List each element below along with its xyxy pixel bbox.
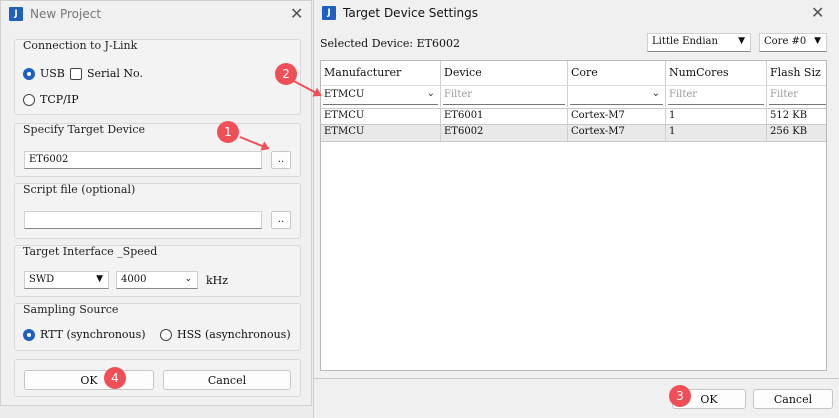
group-label: Sampling Source — [23, 303, 119, 316]
jlink-logo-icon: J — [322, 6, 336, 20]
script-file-input[interactable] — [24, 211, 262, 229]
group-label: Target Interface _Speed — [23, 245, 158, 258]
hss-radio[interactable]: HSS (asynchronous) — [160, 328, 291, 341]
chevron-down-icon: ⌄ — [651, 88, 660, 99]
speed-unit: kHz — [206, 274, 229, 287]
filter-core[interactable]: ⌄ — [568, 85, 666, 107]
radio-selected-icon — [23, 328, 35, 341]
connection-group: Connection to J-Link USB Serial No. TCP/… — [14, 39, 301, 115]
table-row-selected[interactable]: ETMCU ET6002 Cortex-M7 1 256 KB — [321, 124, 826, 142]
group-label: Script file (optional) — [23, 183, 136, 196]
rtt-radio[interactable]: RTT (synchronous) — [23, 328, 146, 341]
window-title: New Project — [30, 7, 102, 21]
table-row[interactable]: ETMCU ET6001 Cortex-M7 1 512 KB — [321, 108, 826, 125]
column-header-device[interactable]: Device — [441, 61, 568, 85]
group-label: Specify Target Device — [23, 123, 146, 136]
cancel-button[interactable]: Cancel — [163, 370, 291, 390]
jlink-logo-icon: J — [9, 7, 23, 21]
cancel-button[interactable]: Cancel — [753, 389, 833, 409]
filter-device[interactable]: Filter — [441, 85, 568, 107]
selected-device-label: Selected Device: ET6002 — [320, 37, 460, 50]
script-file-group: Script file (optional) .. — [14, 183, 301, 239]
column-header-flash-size[interactable]: Flash Siz — [767, 61, 826, 85]
target-device-input[interactable]: ET6002 — [24, 151, 262, 169]
dialog-buttons-group: OK Cancel — [14, 359, 301, 397]
core-select[interactable]: Core #0 ▼ — [759, 33, 827, 52]
annotation-badge-4: 4 — [104, 367, 126, 389]
sampling-group: Sampling Source RTT (synchronous) HSS (a… — [14, 303, 301, 351]
chevron-down-icon: ⌄ — [184, 274, 192, 284]
checkbox-icon — [70, 67, 82, 80]
chevron-down-icon: ⌄ — [426, 88, 435, 99]
ok-button[interactable]: OK — [24, 370, 154, 390]
dropdown-arrow-icon: ▼ — [96, 274, 103, 284]
browse-device-button[interactable]: .. — [271, 151, 291, 169]
radio-icon — [23, 93, 35, 106]
target-device-titlebar: J Target Device Settings — [314, 0, 839, 26]
new-project-window: J New Project ✕ Connection to J-Link USB… — [0, 0, 312, 406]
column-header-core[interactable]: Core — [568, 61, 666, 85]
usb-radio[interactable]: USB — [23, 67, 65, 80]
device-table: Manufacturer Device Core NumCores Flash … — [320, 60, 827, 371]
dropdown-arrow-icon: ▼ — [814, 36, 821, 46]
speed-select[interactable]: 4000 ⌄ — [116, 271, 198, 289]
close-icon[interactable]: ✕ — [290, 4, 303, 23]
target-device-group: Specify Target Device ET6002 .. — [14, 123, 301, 177]
tcpip-radio[interactable]: TCP/IP — [23, 93, 79, 106]
group-label: Connection to J-Link — [23, 39, 138, 52]
column-header-numcores[interactable]: NumCores — [666, 61, 767, 85]
close-icon[interactable]: ✕ — [811, 3, 824, 22]
interface-type-select[interactable]: SWD ▼ — [24, 271, 109, 289]
window-title: Target Device Settings — [343, 6, 479, 20]
annotation-badge-2: 2 — [275, 63, 297, 85]
sort-asc-icon: ^ — [376, 60, 384, 68]
endian-select[interactable]: Little Endian ▼ — [647, 33, 751, 52]
radio-selected-icon — [23, 67, 35, 80]
interface-group: Target Interface _Speed SWD ▼ 4000 ⌄ kHz — [14, 245, 301, 297]
radio-icon — [160, 328, 172, 341]
filter-flash-size[interactable]: Filter — [767, 85, 826, 107]
serial-checkbox[interactable]: Serial No. — [70, 67, 143, 80]
target-device-settings-window: J Target Device Settings ✕ Selected Devi… — [313, 0, 839, 418]
filter-numcores[interactable]: Filter — [666, 85, 767, 107]
divider — [314, 378, 839, 379]
new-project-titlebar: J New Project — [1, 1, 311, 27]
filter-manufacturer[interactable]: ETMCU ⌄ — [321, 85, 441, 107]
annotation-badge-3: 3 — [669, 385, 691, 407]
browse-script-button[interactable]: .. — [271, 211, 291, 229]
dropdown-arrow-icon: ▼ — [738, 36, 745, 46]
annotation-badge-1: 1 — [217, 121, 239, 143]
